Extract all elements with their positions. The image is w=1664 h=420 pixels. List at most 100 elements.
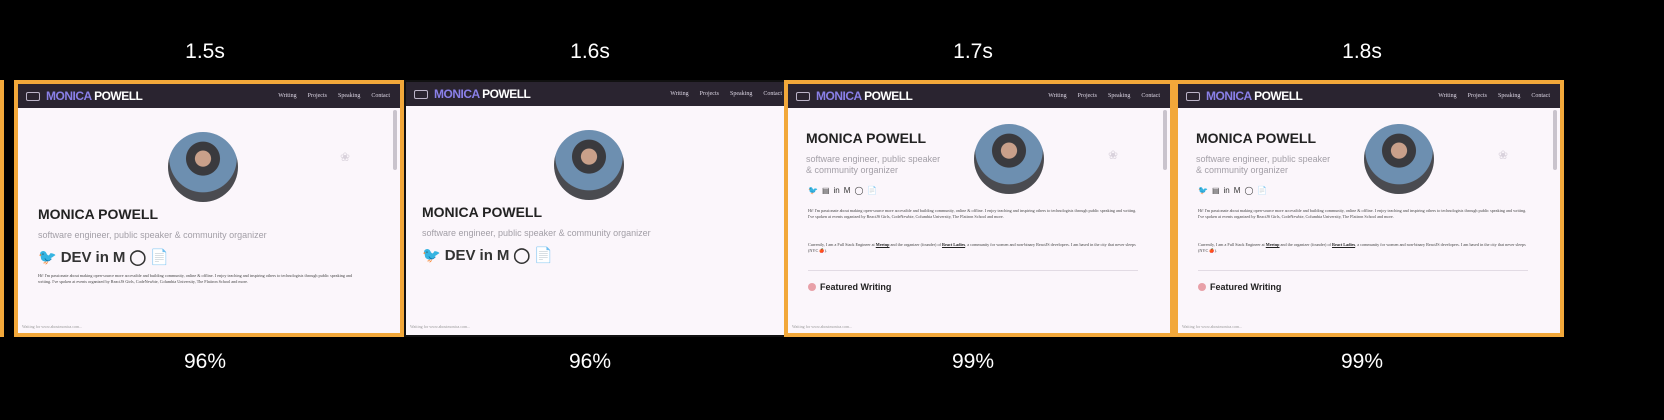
site-logo[interactable]: MONICA POWELL <box>1206 89 1303 103</box>
linkedin-icon[interactable]: in <box>1224 186 1230 195</box>
featured-writing-heading: Featured Writing <box>808 282 891 292</box>
scrollbar[interactable] <box>1163 110 1167 170</box>
medium-icon[interactable]: M <box>497 247 510 264</box>
site-nav: MONICA POWELL Writing Projects Speaking … <box>1178 84 1560 108</box>
brain-icon <box>808 283 816 291</box>
twitter-icon[interactable]: 🐦 <box>422 246 441 264</box>
menu-icon[interactable] <box>26 91 40 101</box>
frame-time-label: 1.8s <box>1342 40 1382 63</box>
social-links: 🐦 ▤ in M ◯ 📄 <box>808 186 877 195</box>
github-icon[interactable]: ◯ <box>129 248 146 266</box>
linkedin-icon[interactable]: in <box>96 249 109 266</box>
resume-icon[interactable]: 📄 <box>867 186 877 195</box>
nav-link-projects[interactable]: Projects <box>1078 93 1097 99</box>
dev-icon[interactable]: ▤ <box>822 186 830 195</box>
github-icon[interactable]: ◯ <box>854 186 863 195</box>
nav-link-speaking[interactable]: Speaking <box>1498 93 1520 99</box>
twitter-icon[interactable]: 🐦 <box>38 248 57 266</box>
frame-percent-label: 96% <box>183 350 227 373</box>
medium-icon[interactable]: M <box>113 249 126 266</box>
react-ladies-link[interactable]: React Ladies <box>1332 242 1355 247</box>
nav-link-writing[interactable]: Writing <box>1048 93 1066 99</box>
avatar <box>168 132 238 202</box>
avatar <box>974 124 1044 194</box>
nav-link-speaking[interactable]: Speaking <box>1108 93 1130 99</box>
medium-icon[interactable]: M <box>1234 186 1241 195</box>
linkedin-icon[interactable]: in <box>834 186 840 195</box>
meetup-link[interactable]: Meetup <box>876 242 890 247</box>
nav-link-projects[interactable]: Projects <box>1468 93 1487 99</box>
decorative-flower-icon: ❀ <box>340 150 351 164</box>
nav-link-writing[interactable]: Writing <box>670 91 688 97</box>
page-title: MONICA POWELL <box>806 130 927 146</box>
site-logo[interactable]: MONICA POWELL <box>816 89 913 103</box>
nav-link-contact[interactable]: Contact <box>763 91 782 97</box>
github-icon[interactable]: ◯ <box>513 246 530 264</box>
social-links: 🐦 DEV in M ◯ 📄 <box>422 246 553 264</box>
subtitle: software engineer, public speaker & comm… <box>1196 154 1331 175</box>
twitter-icon[interactable]: 🐦 <box>808 186 818 195</box>
nav-link-projects[interactable]: Projects <box>308 93 327 99</box>
avatar <box>554 130 624 200</box>
resume-icon[interactable]: 📄 <box>534 246 553 264</box>
meetup-link[interactable]: Meetup <box>1266 242 1280 247</box>
react-ladies-link[interactable]: React Ladies <box>942 242 965 247</box>
site-logo[interactable]: MONICA POWELL <box>434 87 531 101</box>
filmstrip-frame[interactable]: MONICA POWELL Writing Projects Speaking … <box>404 80 794 337</box>
site-nav: MONICA POWELL Writing Projects Speaking … <box>406 82 792 106</box>
status-bar-text: Waiting for www.aboutmonica.com... <box>792 324 853 329</box>
avatar <box>1364 124 1434 194</box>
linkedin-icon[interactable]: in <box>480 247 493 264</box>
bio-intro: Hi! I'm passionate about making open-sou… <box>1198 208 1527 219</box>
nav-link-writing[interactable]: Writing <box>1438 93 1456 99</box>
filmstrip-frame[interactable]: MONICA POWELL Writing Projects Speaking … <box>784 80 1174 337</box>
filmstrip-frame[interactable]: MONICA POWELL Writing Projects Speaking … <box>14 80 404 337</box>
dev-icon[interactable]: DEV <box>61 249 92 266</box>
scrollbar[interactable] <box>393 110 397 170</box>
nav-link-writing[interactable]: Writing <box>278 93 296 99</box>
site-logo[interactable]: MONICA POWELL <box>46 89 143 103</box>
social-links: 🐦 DEV in M ◯ 📄 <box>38 248 169 266</box>
bio-intro: Hi! I'm passionate about making open-sou… <box>38 273 353 284</box>
subtitle: software engineer, public speaker & comm… <box>806 154 941 175</box>
nav-link-projects[interactable]: Projects <box>700 91 719 97</box>
medium-icon[interactable]: M <box>844 186 851 195</box>
divider <box>808 270 1138 271</box>
frame-percent-label: 99% <box>1340 350 1384 373</box>
frame-percent-label: 96% <box>568 350 612 373</box>
site-nav: MONICA POWELL Writing Projects Speaking … <box>18 84 400 108</box>
frame-time-label: 1.5s <box>185 40 225 63</box>
decorative-flower-icon: ❀ <box>1498 148 1509 162</box>
bio-current: Currently, I am a Full Stack Engineer at… <box>1198 242 1526 253</box>
resume-icon[interactable]: 📄 <box>150 248 169 266</box>
page-title: MONICA POWELL <box>1196 130 1317 146</box>
dev-icon[interactable]: DEV <box>445 247 476 264</box>
github-icon[interactable]: ◯ <box>1244 186 1253 195</box>
status-bar-text: Waiting for www.aboutmonica.com... <box>1182 324 1243 329</box>
scrollbar[interactable] <box>1553 110 1557 170</box>
social-links: 🐦 ▤ in M ◯ 📄 <box>1198 186 1267 195</box>
nav-link-speaking[interactable]: Speaking <box>338 93 360 99</box>
previous-frame-edge <box>0 80 4 337</box>
nav-link-contact[interactable]: Contact <box>1141 93 1160 99</box>
subtitle: software engineer, public speaker & comm… <box>38 230 267 240</box>
menu-icon[interactable] <box>796 91 810 101</box>
divider <box>1198 270 1528 271</box>
filmstrip-frame[interactable]: MONICA POWELL Writing Projects Speaking … <box>1174 80 1564 337</box>
menu-icon[interactable] <box>414 89 428 99</box>
nav-link-contact[interactable]: Contact <box>1531 93 1550 99</box>
subtitle: software engineer, public speaker & comm… <box>422 228 651 238</box>
nav-link-speaking[interactable]: Speaking <box>730 91 752 97</box>
brain-icon <box>1198 283 1206 291</box>
frame-time-label: 1.7s <box>953 40 993 63</box>
twitter-icon[interactable]: 🐦 <box>1198 186 1208 195</box>
frame-percent-label: 99% <box>951 350 995 373</box>
bio-intro: Hi! I'm passionate about making open-sou… <box>808 208 1137 219</box>
menu-icon[interactable] <box>1186 91 1200 101</box>
dev-icon[interactable]: ▤ <box>1212 186 1220 195</box>
status-bar-text: Waiting for www.aboutmonica.com... <box>410 324 471 329</box>
resume-icon[interactable]: 📄 <box>1257 186 1267 195</box>
page-title: MONICA POWELL <box>38 206 159 222</box>
page-title: MONICA POWELL <box>422 204 543 220</box>
nav-link-contact[interactable]: Contact <box>371 93 390 99</box>
